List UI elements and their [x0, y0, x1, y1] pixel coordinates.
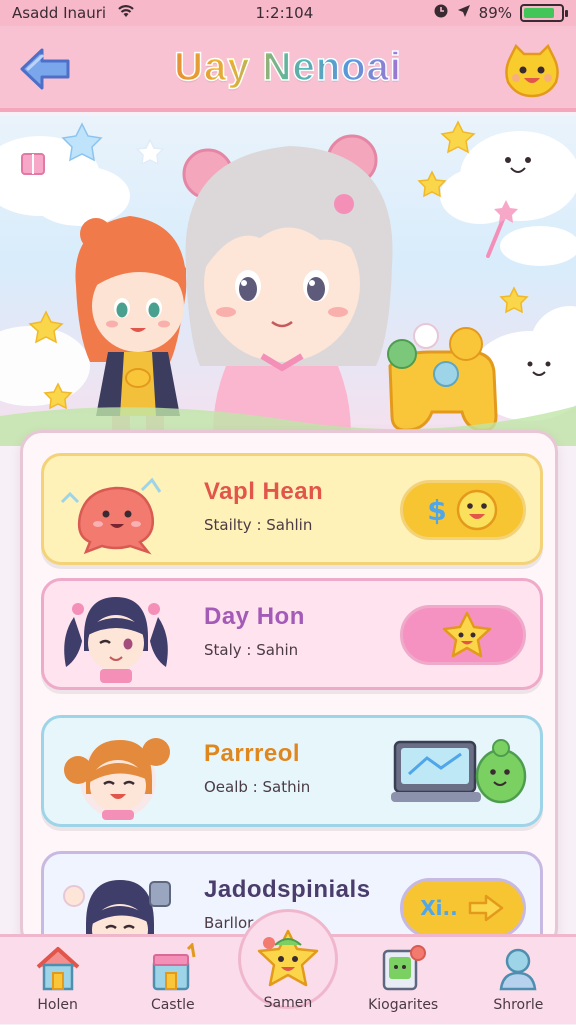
star-face-icon	[442, 611, 492, 658]
next-action-button[interactable]: Xi..	[400, 878, 526, 938]
console-action-button[interactable]	[382, 739, 532, 804]
nav-item-profile[interactable]: Shrorle	[463, 937, 573, 1025]
item-title: Jadodspinials	[204, 876, 371, 903]
star-mascot-icon	[257, 929, 319, 987]
pink-blob-icon	[60, 477, 162, 555]
page-title: Uay Nenoai	[173, 44, 402, 90]
card-frame-icon	[382, 945, 427, 991]
character-center	[182, 134, 393, 446]
avatar	[56, 724, 176, 820]
carrier-label: Asadd Inauri	[12, 4, 107, 22]
nav-item-home[interactable]: Holen	[3, 937, 113, 1025]
back-button[interactable]	[18, 42, 72, 96]
nav-label: Castle	[150, 997, 195, 1013]
item-subtitle: Stailty : Sahlin	[204, 516, 313, 534]
nav-label: Kiogarites	[368, 997, 439, 1013]
item-title: Day Hon	[204, 603, 305, 630]
alarm-icon	[433, 3, 449, 23]
item-subtitle: Oealb : Sathin	[204, 778, 311, 796]
list-item[interactable]: Day Hon Staly : Sahin	[41, 578, 543, 690]
nav-item-kiogarites[interactable]: Kiogarites	[348, 937, 458, 1025]
avatar	[56, 587, 176, 683]
nav-label: Holen	[37, 997, 78, 1013]
nav-label: Samen	[263, 995, 313, 1011]
mascot-button[interactable]	[502, 40, 562, 100]
item-action-label: Xi..	[420, 896, 458, 920]
clock: 1:2:104	[255, 4, 314, 22]
item-action-label: $	[427, 493, 447, 527]
smiley-coin-icon	[456, 489, 497, 531]
bottom-nav: Holen Castle Samen Kiogarites Shrorle	[0, 909, 576, 1025]
content-panel: Vapl Hean Stailty : Sahlin $ Day Hon Sta…	[20, 430, 558, 950]
avatar	[56, 462, 176, 558]
app-header: Uay Nenoai	[0, 26, 576, 112]
twin-tails-girl-icon	[64, 597, 168, 683]
profile-icon	[499, 948, 537, 991]
character-left	[75, 216, 187, 432]
bun-hair-girl-icon	[64, 738, 170, 820]
battery-fill	[524, 8, 554, 18]
castle-icon	[152, 943, 196, 991]
nav-label: Shrorle	[493, 997, 544, 1013]
battery-icon	[520, 4, 568, 22]
nav-item-castle[interactable]: Castle	[118, 937, 228, 1025]
arrow-right-icon	[468, 894, 503, 922]
arrow-left-icon	[20, 48, 70, 90]
location-icon	[457, 4, 471, 22]
item-title: Vapl Hean	[204, 478, 324, 505]
nav-item-samen[interactable]: Samen	[233, 929, 343, 1025]
mascot-face-icon	[505, 43, 559, 98]
status-bar: Asadd Inauri 1:2:104 89%	[0, 0, 576, 26]
gamepad-icon	[387, 323, 498, 432]
item-subtitle: Staly : Sahin	[204, 641, 299, 659]
house-icon	[36, 947, 79, 991]
wifi-icon	[116, 3, 136, 23]
characters-scene	[0, 120, 576, 446]
item-title: Parrreol	[204, 740, 301, 767]
star-action-button[interactable]	[400, 605, 526, 665]
hero-illustration	[0, 116, 576, 446]
list-item[interactable]: Vapl Hean Stailty : Sahlin $	[41, 453, 543, 565]
gift-icon	[21, 153, 45, 175]
list-item[interactable]: Parrreol Oealb : Sathin	[41, 715, 543, 827]
game-console-icon	[391, 739, 527, 804]
item-subtitle: Barllor	[204, 914, 254, 932]
coin-action-button[interactable]: $	[400, 480, 526, 540]
battery-percent: 89%	[478, 4, 512, 22]
